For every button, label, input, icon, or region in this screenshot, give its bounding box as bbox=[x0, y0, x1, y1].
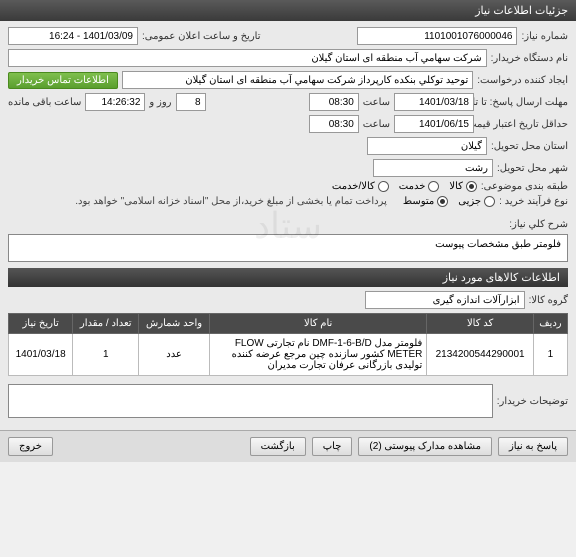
exit-button[interactable]: خروج bbox=[8, 437, 53, 456]
table-cell-code: 2134200544290001 bbox=[427, 334, 534, 376]
label-goods-group: گروه کالا: bbox=[529, 295, 568, 306]
buyer-notes-box bbox=[8, 384, 493, 418]
table-row[interactable]: 12134200544290001فلومتر مدل DMF-1-6-B/D … bbox=[9, 334, 568, 376]
value-announce-date: 1401/03/09 - 16:24 bbox=[8, 27, 138, 45]
value-buyer-org: شرکت سهامي آب منطقه ای استان گیلان bbox=[8, 49, 487, 67]
purchase-type-group: جزیی متوسط bbox=[403, 196, 495, 207]
label-purchase-type: نوع فرآیند خرید : bbox=[499, 196, 568, 207]
value-remain-days: 8 bbox=[176, 93, 206, 111]
value-deadline-date: 1401/03/18 bbox=[394, 93, 474, 111]
table-header: واحد شمارش bbox=[139, 314, 210, 334]
subject-class-group: کالا خدمت کالا/خدمت bbox=[332, 181, 477, 192]
radio-label: جزیی bbox=[458, 196, 481, 207]
payment-note: پرداخت تمام یا بخشی از مبلغ خرید،از محل … bbox=[75, 196, 387, 207]
value-min-valid-date: 1401/06/15 bbox=[394, 115, 474, 133]
footer-bar: پاسخ به نیاز مشاهده مدارک پیوستی (2) چاپ… bbox=[0, 430, 576, 462]
label-min-valid: حداقل تاریخ اعتبار قیمت: تا تاریخ: bbox=[478, 119, 568, 130]
subject-option-1[interactable]: خدمت bbox=[399, 181, 440, 192]
subject-option-2[interactable]: کالا/خدمت bbox=[332, 181, 389, 192]
table-cell-name: فلومتر مدل DMF-1-6-B/D نام تجارتی FLOW M… bbox=[209, 334, 426, 376]
value-requester: توحید توکلي بنکده کارپرداز شرکت سهامي آب… bbox=[122, 71, 473, 89]
value-min-valid-time: 08:30 bbox=[309, 115, 359, 133]
window-title: جزئیات اطلاعات نیاز bbox=[0, 0, 576, 21]
table-cell-qty: 1 bbox=[73, 334, 139, 376]
radio-label: کالا bbox=[449, 181, 463, 192]
radio-dot-icon bbox=[484, 196, 495, 207]
label-requester: ایجاد کننده درخواست: bbox=[477, 75, 568, 86]
back-button[interactable]: بازگشت bbox=[250, 437, 306, 456]
table-header: ردیف bbox=[533, 314, 567, 334]
table-header: نام کالا bbox=[209, 314, 426, 334]
general-desc-box: فلومتر طبق مشخصات پیوست bbox=[8, 234, 568, 262]
radio-dot-icon bbox=[428, 181, 439, 192]
print-button[interactable]: چاپ bbox=[312, 437, 353, 456]
attachments-button[interactable]: مشاهده مدارک پیوستی (2) bbox=[358, 437, 492, 456]
label-city: شهر محل تحویل: bbox=[497, 163, 568, 174]
value-goods-group: ابزارآلات اندازه گیری bbox=[365, 291, 525, 309]
label-need-no: شماره نیاز: bbox=[521, 31, 568, 42]
value-need-no: 1101001076000046 bbox=[357, 27, 517, 45]
table-header: تاریخ نیاز bbox=[9, 314, 73, 334]
purchase-option-0[interactable]: جزیی bbox=[458, 196, 495, 207]
radio-dot-icon bbox=[378, 181, 389, 192]
table-cell-unit: عدد bbox=[139, 334, 210, 376]
label-announce-date: تاریخ و ساعت اعلان عمومی: bbox=[142, 31, 261, 42]
value-province: گیلان bbox=[367, 137, 487, 155]
contact-buyer-button[interactable]: اطلاعات تماس خریدار bbox=[8, 72, 118, 89]
radio-label: متوسط bbox=[403, 196, 434, 207]
details-panel: ستاد شماره نیاز: 1101001076000046 تاریخ … bbox=[0, 21, 576, 430]
label-subject-class: طبقه بندی موضوعی: bbox=[481, 181, 568, 192]
value-deadline-time: 08:30 bbox=[309, 93, 359, 111]
subject-option-0[interactable]: کالا bbox=[449, 181, 477, 192]
table-cell-date: 1401/03/18 bbox=[9, 334, 73, 376]
table-header: تعداد / مقدار bbox=[73, 314, 139, 334]
label-buyer-org: نام دستگاه خریدار: bbox=[491, 53, 568, 64]
value-remain-time: 14:26:32 bbox=[85, 93, 145, 111]
label-deadline: مهلت ارسال پاسخ: تا تاریخ: bbox=[478, 97, 568, 108]
items-table: ردیفکد کالانام کالاواحد شمارشتعداد / مقد… bbox=[8, 313, 568, 376]
value-city: رشت bbox=[373, 159, 493, 177]
label-buyer-notes: توضیحات خریدار: bbox=[497, 396, 568, 407]
label-hour-2: ساعت bbox=[363, 119, 390, 130]
reply-button[interactable]: پاسخ به نیاز bbox=[498, 437, 568, 456]
purchase-option-1[interactable]: متوسط bbox=[403, 196, 448, 207]
label-remaining: ساعت باقی مانده bbox=[8, 97, 81, 108]
table-cell-idx: 1 bbox=[533, 334, 567, 376]
label-general-desc: شرح کلي نیاز: bbox=[509, 219, 568, 230]
label-day-and: روز و bbox=[149, 97, 171, 108]
radio-dot-icon bbox=[466, 181, 477, 192]
radio-dot-icon bbox=[437, 196, 448, 207]
radio-label: کالا/خدمت bbox=[332, 181, 375, 192]
label-province: استان محل تحویل: bbox=[491, 141, 568, 152]
radio-label: خدمت bbox=[399, 181, 426, 192]
label-hour-1: ساعت bbox=[363, 97, 390, 108]
items-section-header: اطلاعات کالاهای مورد نیاز bbox=[8, 268, 568, 287]
table-header: کد کالا bbox=[427, 314, 534, 334]
